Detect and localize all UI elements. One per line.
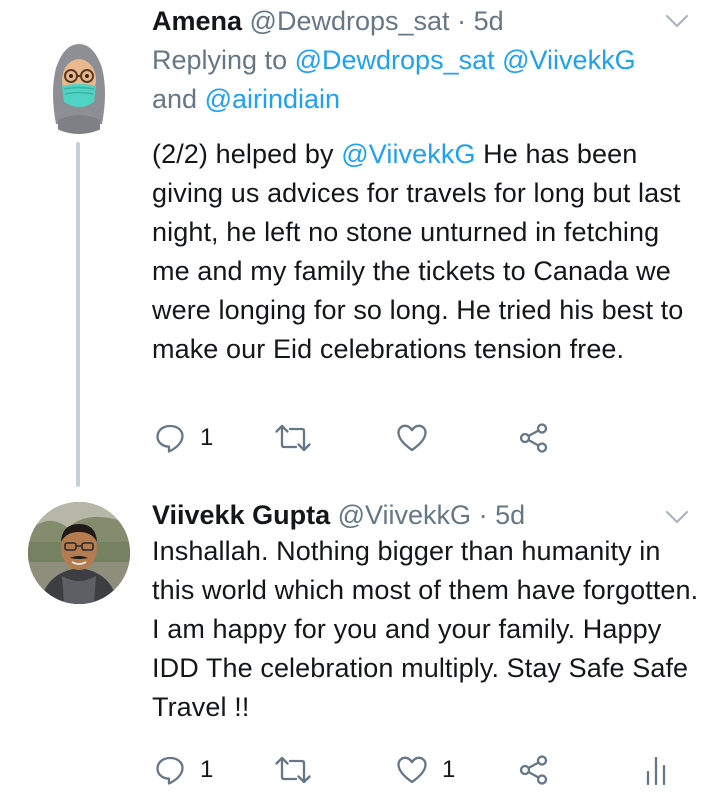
reply-count: 1 (200, 756, 214, 783)
tweet[interactable]: Amena @Dewdrops_sat · 5d Replying to @De… (0, 0, 720, 487)
share-icon (519, 755, 548, 785)
separator-dot: · (457, 6, 467, 36)
retweet-button[interactable] (274, 750, 312, 790)
share-button[interactable] (518, 418, 550, 458)
author-name[interactable]: Amena (152, 6, 242, 36)
author-handle[interactable]: @ViivekkG (338, 500, 471, 530)
tweet-header: Viivekk Gupta @ViivekkG · 5d (152, 496, 700, 534)
like-icon (397, 424, 427, 452)
author-handle[interactable]: @Dewdrops_sat (250, 6, 450, 36)
tweet[interactable]: Viivekk Gupta @ViivekkG · 5d Inshallah. … (0, 492, 720, 803)
mention-link[interactable]: @airindiain (205, 84, 340, 114)
mention-link[interactable]: @Dewdrops_sat (295, 45, 495, 75)
analytics-icon (646, 756, 666, 786)
timestamp[interactable]: 5d (474, 6, 504, 36)
tweet-header: Amena @Dewdrops_sat · 5d (152, 2, 700, 40)
mention-link[interactable]: @ViivekkG (502, 45, 635, 75)
like-button[interactable]: 1 (396, 750, 455, 790)
action-bar: 1 1 (152, 750, 692, 790)
thread-line (76, 142, 80, 487)
like-icon (397, 756, 427, 784)
timestamp[interactable]: 5d (495, 500, 525, 530)
reply-icon (156, 424, 184, 453)
chevron-down-icon[interactable] (664, 504, 690, 530)
reply-count: 1 (200, 424, 214, 451)
replying-prefix: Replying to (152, 45, 288, 75)
tweet-text-part: He has been giving us advices for travel… (152, 139, 684, 364)
avatar[interactable] (28, 502, 130, 604)
action-bar: 1 (152, 418, 692, 458)
tweet-content: Viivekk Gupta @ViivekkG · 5d Inshallah. … (152, 492, 700, 727)
separator-dot: · (478, 500, 488, 530)
tweet-content: Amena @Dewdrops_sat · 5d Replying to @De… (152, 0, 700, 369)
tweet-text: Inshallah. Nothing bigger than humanity … (152, 536, 699, 722)
mention-link[interactable]: @ViivekkG (341, 139, 475, 169)
like-button[interactable] (396, 418, 428, 458)
share-icon (519, 423, 548, 453)
avatar[interactable] (28, 32, 130, 134)
replying-and: and (152, 84, 198, 114)
like-count: 1 (442, 756, 456, 783)
reply-icon (156, 756, 184, 785)
author-name[interactable]: Viivekk Gupta (152, 500, 330, 530)
tweet-text-part: (2/2) helped by (152, 139, 342, 169)
chevron-down-icon[interactable] (664, 8, 690, 34)
analytics-button[interactable] (644, 750, 668, 790)
retweet-icon (275, 424, 311, 452)
tweet-text: (2/2) helped by @ViivekkG He has been gi… (152, 135, 700, 369)
retweet-icon (275, 756, 311, 784)
retweet-button[interactable] (274, 418, 312, 458)
share-button[interactable] (518, 750, 550, 790)
reply-button[interactable]: 1 (154, 418, 213, 458)
replying-to: Replying to @Dewdrops_sat @ViivekkG and … (152, 41, 700, 119)
reply-button[interactable]: 1 (154, 750, 213, 790)
